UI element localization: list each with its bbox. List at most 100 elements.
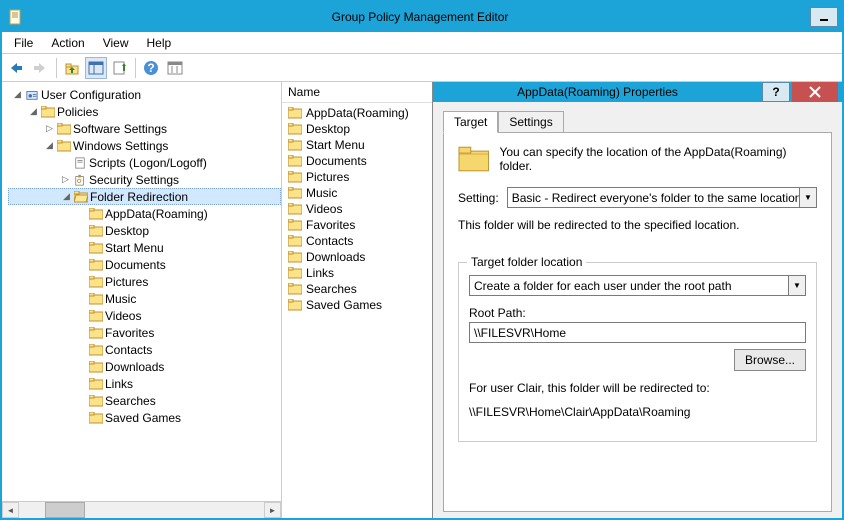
tree-item-label: Security Settings (89, 173, 179, 187)
titlebar: Group Policy Management Editor (2, 2, 842, 32)
tree-item[interactable]: Desktop (8, 222, 281, 239)
tree-item-label: Desktop (105, 224, 149, 238)
tree-scripts[interactable]: Scripts (Logon/Logoff) (8, 154, 281, 171)
tree-item[interactable]: Links (8, 375, 281, 392)
tree-expander[interactable]: ◢ (61, 191, 72, 202)
list-item-label: Start Menu (306, 138, 365, 152)
properties-dialog: AppData(Roaming) Properties ? Target Set… (432, 82, 842, 518)
show-hide-tree-button[interactable] (85, 57, 107, 79)
dialog-button-row: OK Cancel Apply (433, 512, 842, 518)
tree-item[interactable]: AppData(Roaming) (8, 205, 281, 222)
tree-item-label: Contacts (105, 343, 152, 357)
tree-item[interactable]: Videos (8, 307, 281, 324)
tree-expander[interactable]: ◢ (44, 140, 55, 151)
tree-folder-redirection[interactable]: ◢ Folder Redirection (8, 188, 281, 205)
tree-policies[interactable]: ◢ Policies (8, 103, 281, 120)
dialog-help-button[interactable]: ? (762, 82, 790, 102)
tree-item-label: Links (105, 377, 133, 391)
tree-expander[interactable]: ◢ (12, 89, 23, 100)
window-title: Group Policy Management Editor (30, 10, 810, 24)
tree-item-label: Videos (105, 309, 141, 323)
list-item-label: AppData(Roaming) (306, 106, 409, 120)
menu-action[interactable]: Action (43, 34, 92, 52)
tree-expander[interactable]: ▷ (60, 174, 71, 185)
target-location-combo[interactable]: Create a folder for each user under the … (469, 275, 806, 296)
tree-item[interactable]: Contacts (8, 341, 281, 358)
tree-item-label: Folder Redirection (90, 190, 188, 204)
tree-item-label: Downloads (105, 360, 164, 374)
up-button[interactable] (61, 57, 83, 79)
tree-item-label: Scripts (Logon/Logoff) (89, 156, 207, 170)
menu-view[interactable]: View (95, 34, 137, 52)
list-item-label: Downloads (306, 250, 365, 264)
root-path-input[interactable] (469, 322, 806, 343)
tree-item[interactable]: Favorites (8, 324, 281, 341)
list-item-label: Searches (306, 282, 357, 296)
tree-windows-settings[interactable]: ◢ Windows Settings (8, 137, 281, 154)
tree-item-label: User Configuration (41, 88, 141, 102)
setting-combo[interactable]: Basic - Redirect everyone's folder to th… (507, 187, 817, 208)
tree-item[interactable]: Saved Games (8, 409, 281, 426)
tree-software-settings[interactable]: ▷ Software Settings (8, 120, 281, 137)
svg-text:?: ? (147, 61, 154, 75)
main-window: Group Policy Management Editor File Acti… (0, 0, 844, 520)
back-button[interactable] (6, 57, 28, 79)
setting-info: This folder will be redirected to the sp… (458, 218, 817, 232)
tree-item-label: Favorites (105, 326, 154, 340)
export-button[interactable] (109, 57, 131, 79)
target-folder-group: Target folder location Create a folder f… (458, 262, 817, 442)
list-item-label: Favorites (306, 218, 355, 232)
minimize-button[interactable] (810, 7, 838, 27)
for-user-label: For user Clair, this folder will be redi… (469, 381, 806, 395)
tree-item[interactable]: Documents (8, 256, 281, 273)
tree-item-label: Searches (105, 394, 156, 408)
tree-item-label: Windows Settings (73, 139, 168, 153)
tree-item-label: Pictures (105, 275, 148, 289)
tree-expander[interactable]: ▷ (44, 123, 55, 134)
tree-item-label: Music (105, 292, 136, 306)
filter-button[interactable] (164, 57, 186, 79)
tree-item[interactable]: Downloads (8, 358, 281, 375)
tree-item[interactable]: Searches (8, 392, 281, 409)
list-item-label: Saved Games (306, 298, 382, 312)
tabstrip: Target Settings (443, 110, 832, 132)
dialog-close-button[interactable] (792, 82, 838, 102)
tree-security-settings[interactable]: ▷ Security Settings (8, 171, 281, 188)
tree-item-label: Saved Games (105, 411, 181, 425)
root-path-label: Root Path: (469, 306, 806, 320)
list-item-label: Links (306, 266, 334, 280)
forward-button[interactable] (30, 57, 52, 79)
setting-label: Setting: (458, 191, 499, 205)
dialog-description: You can specify the location of the AppD… (499, 145, 817, 173)
tree-item[interactable]: Start Menu (8, 239, 281, 256)
dialog-titlebar: AppData(Roaming) Properties ? (433, 82, 842, 102)
tab-settings[interactable]: Settings (498, 111, 563, 133)
target-location-value: Create a folder for each user under the … (474, 279, 732, 293)
browse-button[interactable]: Browse... (734, 349, 806, 371)
tree-item-label: Policies (57, 105, 98, 119)
tree-item-label: Documents (105, 258, 166, 272)
list-item-label: Pictures (306, 170, 349, 184)
tree-item[interactable]: Pictures (8, 273, 281, 290)
body: ◢User Configuration◢Policies▷Software Se… (2, 82, 842, 518)
list-item-label: Contacts (306, 234, 353, 248)
resolved-path: \\FILESVR\Home\Clair\AppData\Roaming (469, 405, 806, 419)
h-scrollbar[interactable]: ◄► (2, 501, 281, 518)
tree-item-label: Software Settings (73, 122, 167, 136)
menu-help[interactable]: Help (139, 34, 180, 52)
menubar: File Action View Help (2, 32, 842, 54)
tree-item-label: AppData(Roaming) (105, 207, 208, 221)
help-button[interactable]: ? (140, 57, 162, 79)
group-legend: Target folder location (467, 255, 586, 269)
chevron-down-icon: ▼ (799, 188, 816, 207)
toolbar: ? (2, 54, 842, 82)
tab-page-target: You can specify the location of the AppD… (443, 132, 832, 512)
tree-pane[interactable]: ◢User Configuration◢Policies▷Software Se… (2, 82, 282, 518)
tab-target[interactable]: Target (443, 111, 498, 133)
list-item-label: Music (306, 186, 337, 200)
tree-item[interactable]: Music (8, 290, 281, 307)
tree-user-configuration[interactable]: ◢ User Configuration (8, 86, 281, 103)
tree-expander[interactable]: ◢ (28, 106, 39, 117)
menu-file[interactable]: File (6, 34, 41, 52)
list-item-label: Documents (306, 154, 367, 168)
